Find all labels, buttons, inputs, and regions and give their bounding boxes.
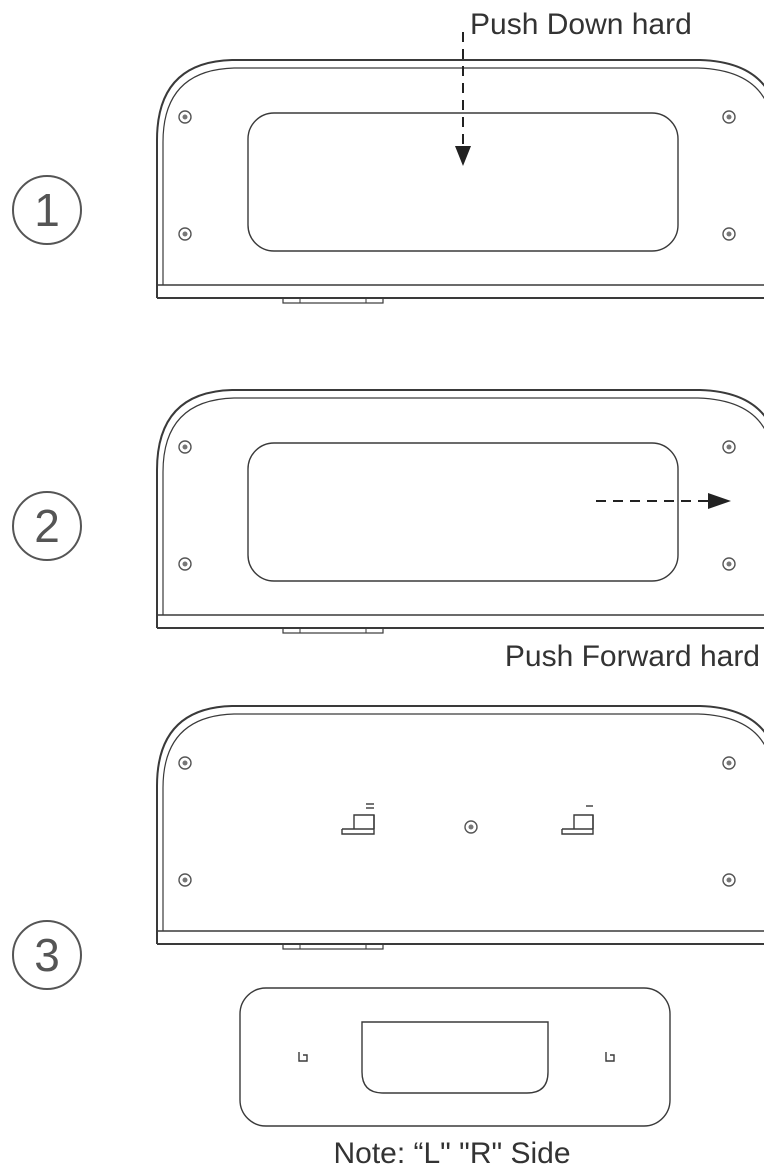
latch-slot-left-icon [341, 803, 375, 835]
step-3-base [157, 706, 764, 949]
step-1-group: 1 Push Down hard [12, 8, 764, 303]
step-1-instruction: Push Down hard [470, 8, 692, 41]
side-note: Note: “L" "R" Side [333, 1137, 570, 1167]
step-2-instruction: Push Forward hard [505, 640, 760, 673]
latch-slot-right-icon [561, 805, 594, 835]
step-1-base [157, 60, 764, 303]
step-2-number: 2 [34, 500, 60, 552]
step-2-base [157, 390, 764, 633]
step-3-number: 3 [34, 929, 60, 981]
assembly-diagram: 1 Push Down hard 2 Push Forward hard 3 N… [12, 8, 764, 1167]
step-3-group: 3 Note: “L" "R" Side [12, 706, 764, 1167]
dashed-arrow-right-icon [596, 493, 731, 509]
step-2-group: 2 Push Forward hard [12, 390, 764, 673]
step-1-cover-plate [247, 112, 679, 252]
bracket-tab-left-icon [298, 1052, 308, 1062]
step-2-cover-plate [247, 442, 679, 582]
center-screw-icon [464, 820, 478, 834]
step-1-number: 1 [34, 184, 60, 236]
dashed-arrow-down-icon [455, 32, 471, 166]
bracket-tab-right-icon [605, 1052, 615, 1062]
bracket-plate [239, 987, 671, 1127]
